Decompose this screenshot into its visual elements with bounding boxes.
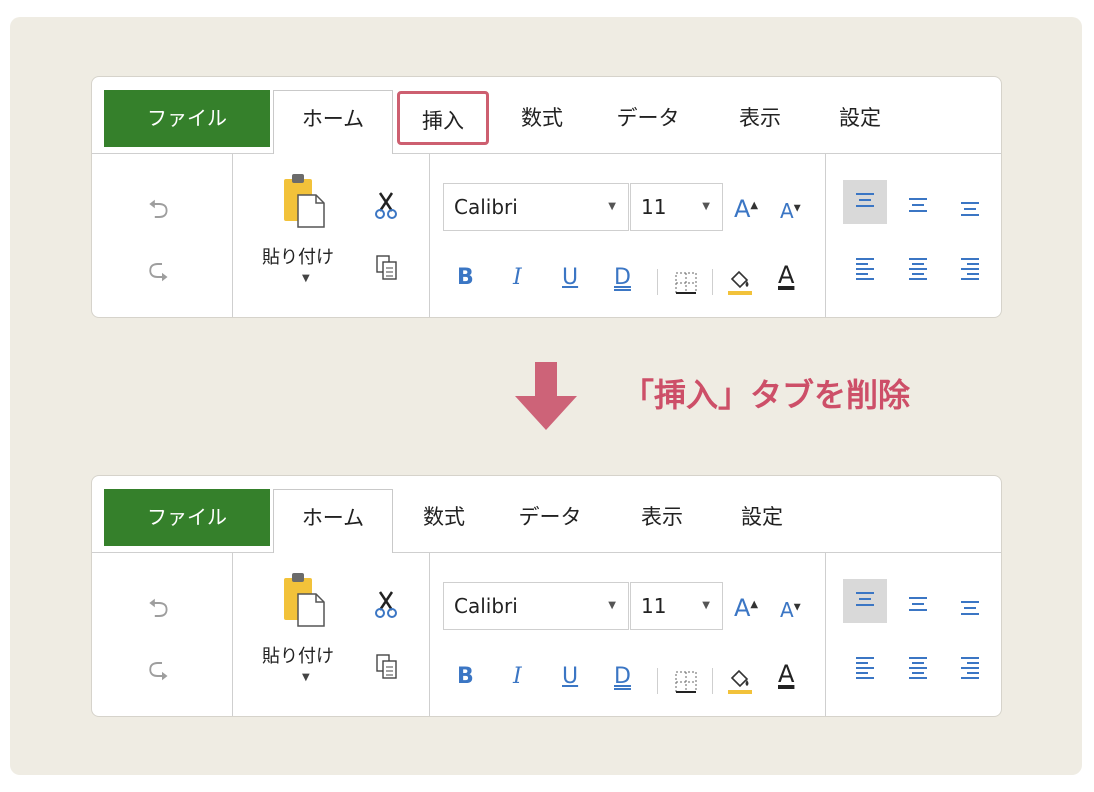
chevron-down-icon: ▼	[608, 600, 616, 611]
paste-label[interactable]: 貼り付け	[262, 243, 334, 269]
group-separator	[429, 153, 430, 317]
fill-color-icon[interactable]	[726, 267, 754, 301]
cut-icon[interactable]	[374, 191, 398, 223]
tab-formulas[interactable]: 数式	[404, 489, 484, 546]
ribbon-after: ファイル ホーム 数式 データ 表示 設定 ⮌ ⮎ 貼り付け ▼ Calibri…	[91, 475, 1002, 717]
tab-home[interactable]: ホーム	[273, 489, 393, 553]
divider	[657, 269, 658, 295]
font-size-value: 11	[641, 195, 667, 219]
paste-dropdown-icon[interactable]: ▼	[302, 672, 310, 683]
tab-file[interactable]: ファイル	[104, 90, 270, 147]
paste-icon[interactable]	[282, 572, 326, 632]
ribbon-before: ファイル ホーム 挿入 数式 データ 表示 設定 ⮌ ⮎ 貼り付け ▼ Cali…	[91, 76, 1002, 318]
underline-button[interactable]: U	[562, 265, 578, 290]
cut-icon[interactable]	[374, 590, 398, 622]
copy-icon[interactable]	[376, 255, 398, 285]
double-underline-button[interactable]: D	[614, 664, 631, 689]
shrink-font-icon[interactable]: A▼	[780, 598, 801, 622]
group-separator	[825, 153, 826, 317]
align-left-button[interactable]	[843, 245, 887, 289]
undo-icon[interactable]: ⮌	[148, 590, 169, 634]
paste-dropdown-icon[interactable]: ▼	[302, 273, 310, 284]
chevron-down-icon: ▼	[702, 201, 710, 212]
tab-view[interactable]: 表示	[622, 489, 702, 546]
font-name-value: Calibri	[454, 594, 518, 618]
italic-button[interactable]: I	[513, 265, 522, 290]
ribbon-body: ⮌ ⮎ 貼り付け ▼ Calibri ▼ 11 ▼ A▲ A▼ B I U D A	[92, 552, 1001, 716]
align-bottom-button[interactable]	[948, 584, 992, 628]
chevron-down-icon: ▼	[608, 201, 616, 212]
fill-color-icon[interactable]	[726, 666, 754, 700]
tab-home[interactable]: ホーム	[273, 90, 393, 154]
redo-icon[interactable]: ⮎	[148, 650, 169, 694]
align-top-button[interactable]	[843, 180, 887, 224]
ribbon-body: ⮌ ⮎ 貼り付け ▼ Calibri ▼ 11 ▼ A▲ A▼ B I U D A	[92, 153, 1001, 317]
align-middle-button[interactable]	[896, 183, 940, 227]
paste-label[interactable]: 貼り付け	[262, 642, 334, 668]
align-center-button[interactable]	[896, 245, 940, 289]
tab-view[interactable]: 表示	[720, 90, 800, 147]
font-name-select[interactable]: Calibri ▼	[443, 183, 629, 231]
grow-font-icon[interactable]: A▲	[734, 195, 758, 223]
tab-bar: ファイル ホーム 数式 データ 表示 設定	[92, 476, 1001, 553]
border-icon[interactable]	[674, 271, 698, 299]
double-underline-button[interactable]: D	[614, 265, 631, 290]
bold-button[interactable]: B	[457, 265, 474, 290]
font-size-select[interactable]: 11 ▼	[630, 183, 723, 231]
paste-icon[interactable]	[282, 173, 326, 233]
align-center-button[interactable]	[896, 644, 940, 688]
border-icon[interactable]	[674, 670, 698, 698]
tab-data[interactable]: データ	[598, 90, 698, 147]
align-right-button[interactable]	[948, 644, 992, 688]
arrow-down-icon	[515, 362, 577, 436]
tab-settings[interactable]: 設定	[722, 489, 802, 546]
font-name-value: Calibri	[454, 195, 518, 219]
caption: 「挿入」タブを削除	[622, 376, 911, 414]
align-right-button[interactable]	[948, 245, 992, 289]
undo-icon[interactable]: ⮌	[148, 191, 169, 235]
italic-button[interactable]: I	[513, 664, 522, 689]
font-color-icon[interactable]: A	[778, 261, 794, 289]
divider	[712, 668, 713, 694]
font-size-value: 11	[641, 594, 667, 618]
grow-font-icon[interactable]: A▲	[734, 594, 758, 622]
group-separator	[232, 552, 233, 716]
tab-insert[interactable]: 挿入	[397, 91, 489, 145]
divider	[657, 668, 658, 694]
group-separator	[232, 153, 233, 317]
align-middle-button[interactable]	[896, 582, 940, 626]
group-separator	[825, 552, 826, 716]
group-separator	[429, 552, 430, 716]
redo-icon[interactable]: ⮎	[148, 251, 169, 295]
divider	[712, 269, 713, 295]
copy-icon[interactable]	[376, 654, 398, 684]
tab-data[interactable]: データ	[500, 489, 600, 546]
font-color-icon[interactable]: A	[778, 660, 794, 688]
align-top-button[interactable]	[843, 579, 887, 623]
tab-settings[interactable]: 設定	[820, 90, 900, 147]
chevron-down-icon: ▼	[702, 600, 710, 611]
font-size-select[interactable]: 11 ▼	[630, 582, 723, 630]
tab-file[interactable]: ファイル	[104, 489, 270, 546]
tab-formulas[interactable]: 数式	[502, 90, 582, 147]
font-name-select[interactable]: Calibri ▼	[443, 582, 629, 630]
bold-button[interactable]: B	[457, 664, 474, 689]
align-bottom-button[interactable]	[948, 185, 992, 229]
underline-button[interactable]: U	[562, 664, 578, 689]
tab-bar: ファイル ホーム 挿入 数式 データ 表示 設定	[92, 77, 1001, 154]
shrink-font-icon[interactable]: A▼	[780, 199, 801, 223]
align-left-button[interactable]	[843, 644, 887, 688]
